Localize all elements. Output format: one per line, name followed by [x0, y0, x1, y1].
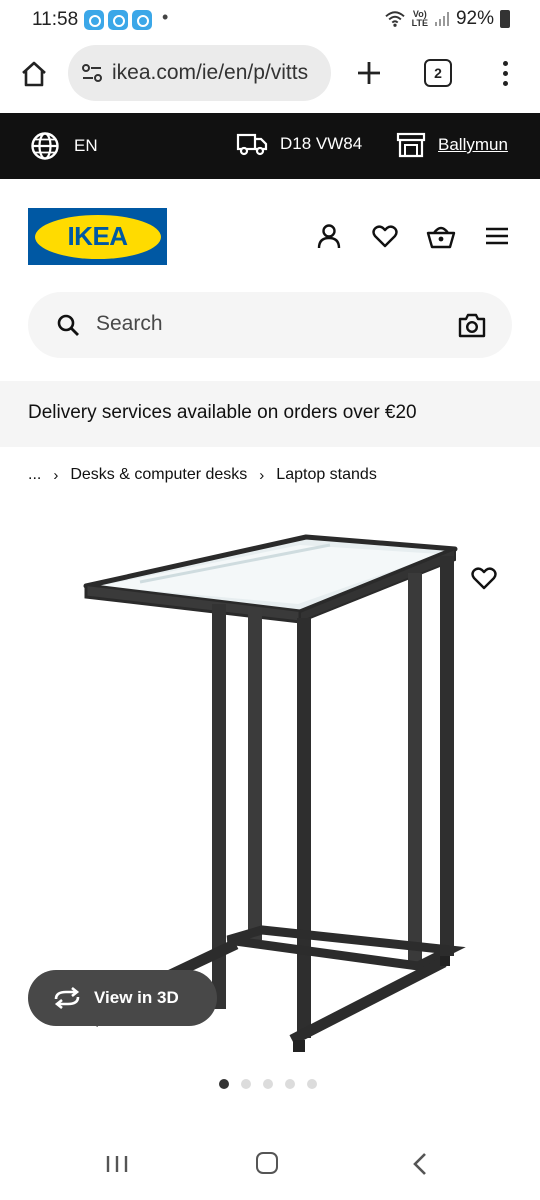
globe-icon: [31, 132, 59, 160]
browser-toolbar: ikea.com/ie/en/p/vitts 2: [0, 40, 540, 112]
rotate-3d-icon: [54, 987, 80, 1009]
browser-menu-button[interactable]: [490, 54, 520, 92]
breadcrumb-laptop-stands[interactable]: Laptop stands: [276, 466, 377, 484]
status-bar: 11:58 • Vo) LTE 92%: [0, 0, 540, 40]
delivery-banner[interactable]: Delivery services available on orders ov…: [0, 381, 540, 447]
more-vert-icon: [502, 60, 508, 66]
truck-icon: [236, 133, 268, 156]
status-dot: •: [162, 7, 169, 27]
url-text: ikea.com/ie/en/p/vitts: [112, 61, 309, 84]
basket-button[interactable]: [426, 221, 456, 251]
battery-icon: [500, 10, 510, 28]
breadcrumb-desks[interactable]: Desks & computer desks: [70, 466, 247, 484]
logo-oval: IKEA: [34, 214, 161, 259]
person-icon: [317, 224, 341, 249]
chevron-right-icon: ›: [53, 466, 59, 484]
carousel-dot[interactable]: [285, 1079, 295, 1089]
status-time: 11:58: [32, 9, 79, 30]
recents-icon[interactable]: [105, 1154, 129, 1174]
wifi-icon: [384, 11, 405, 27]
language-selector[interactable]: EN: [30, 131, 98, 161]
search-icon: [57, 314, 79, 336]
ikea-logo[interactable]: IKEA: [28, 208, 167, 265]
logo-text: IKEA: [67, 221, 128, 251]
new-tab-button[interactable]: [350, 54, 388, 92]
view-in-3d-button[interactable]: View in 3D: [28, 970, 217, 1026]
wishlist-button[interactable]: [370, 221, 400, 251]
android-navigation-bar: [0, 1128, 540, 1200]
banner-text: Delivery services available on orders ov…: [28, 402, 417, 423]
app-notification-icon: [108, 10, 128, 30]
location-bar: EN D18 VW84 Ballymun: [0, 113, 540, 179]
camera-icon[interactable]: [458, 312, 486, 338]
browser-home-button[interactable]: [16, 56, 52, 92]
battery-percent: 92%: [455, 8, 494, 29]
carousel-dot[interactable]: [241, 1079, 251, 1089]
store-icon: [396, 132, 426, 158]
store-selector[interactable]: Ballymun: [396, 131, 508, 159]
view-in-3d-label: View in 3D: [94, 988, 179, 1007]
basket-icon: [426, 226, 456, 249]
main-menu-button[interactable]: [482, 221, 512, 251]
home-icon: [22, 61, 46, 87]
breadcrumb: ... › Desks & computer desks › Laptop st…: [28, 466, 377, 484]
carousel-dot[interactable]: [219, 1079, 229, 1089]
volte-indicator: Vo) LTE: [412, 10, 428, 28]
address-bar[interactable]: ikea.com/ie/en/p/vitts: [68, 45, 331, 101]
heart-icon: [372, 225, 398, 248]
delivery-postcode[interactable]: D18 VW84: [236, 131, 362, 157]
more-vert-icon: [502, 70, 508, 76]
more-vert-icon: [502, 80, 508, 86]
carousel-dot[interactable]: [307, 1079, 317, 1089]
tune-icon: [82, 64, 102, 82]
carousel-dot[interactable]: [263, 1079, 273, 1089]
postcode-label: D18 VW84: [280, 134, 363, 153]
back-icon[interactable]: [410, 1152, 430, 1176]
tab-switcher-button[interactable]: 2: [424, 59, 452, 87]
system-icons: Vo) LTE 92%: [384, 8, 510, 30]
store-label: Ballymun: [438, 135, 508, 154]
nav-home-icon[interactable]: [256, 1152, 278, 1174]
chevron-right-icon: ›: [259, 466, 265, 484]
product-wishlist-heart-icon[interactable]: [470, 564, 498, 592]
search-placeholder: Search: [96, 312, 163, 335]
site-header: IKEA: [0, 179, 540, 279]
language-label: EN: [74, 136, 98, 155]
volte-bottom-label: LTE: [411, 18, 428, 28]
menu-icon: [486, 227, 508, 245]
profile-button[interactable]: [314, 221, 344, 251]
app-notification-icon: [84, 10, 104, 30]
breadcrumb-ellipsis[interactable]: ...: [28, 466, 41, 484]
image-carousel-dots: [219, 1079, 317, 1089]
notification-icons: [84, 10, 152, 30]
app-notification-icon: [132, 10, 152, 30]
search-input[interactable]: Search: [28, 292, 512, 358]
signal-icon: [434, 12, 449, 26]
plus-icon: [358, 62, 380, 84]
